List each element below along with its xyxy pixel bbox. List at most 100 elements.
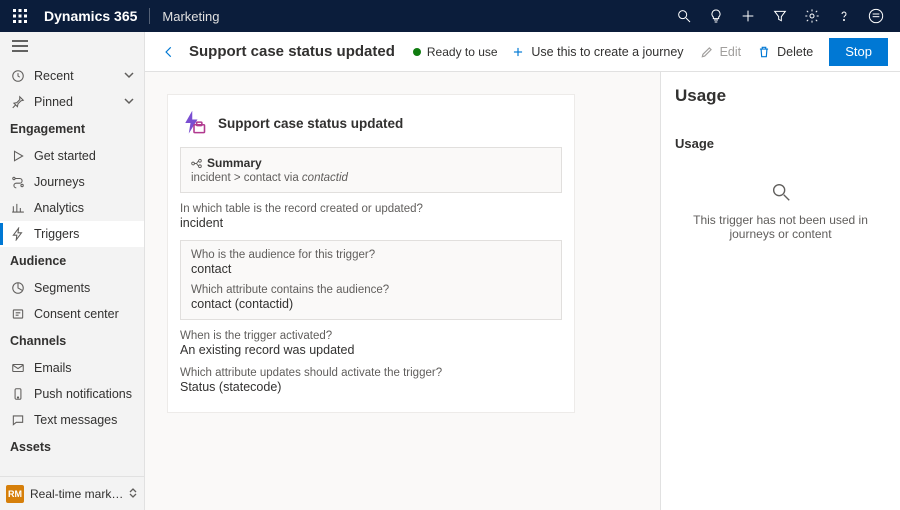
account-icon[interactable] [860, 0, 892, 32]
section-label: Channels [10, 334, 66, 348]
sidebar-item-triggers[interactable]: Triggers [0, 221, 144, 247]
consent-icon [10, 307, 26, 321]
hamburger-icon[interactable] [0, 32, 144, 63]
search-icon [770, 181, 792, 203]
qa-when: When is the trigger activated? An existi… [168, 320, 574, 357]
back-button[interactable] [157, 40, 181, 64]
area-switcher[interactable]: RM Real-time marketi… [0, 476, 144, 510]
sidebar: Recent Pinned Engagement Get started Jou… [0, 32, 145, 510]
card-title: Support case status updated [218, 116, 403, 131]
qa-table: In which table is the record created or … [168, 193, 574, 230]
status-label: Ready to use [427, 45, 498, 59]
global-topbar: Dynamics 365 Marketing [0, 0, 900, 32]
sidebar-item-text[interactable]: Text messages [0, 407, 144, 433]
stop-button[interactable]: Stop [829, 38, 888, 66]
gear-icon[interactable] [796, 0, 828, 32]
filter-icon[interactable] [764, 0, 796, 32]
sidebar-item-label: Pinned [34, 95, 73, 109]
sidebar-item-label: Push notifications [34, 387, 132, 401]
button-label: Use this to create a journey [531, 45, 683, 59]
sidebar-item-get-started[interactable]: Get started [0, 143, 144, 169]
qa-updates: Which attribute updates should activate … [168, 357, 574, 394]
sidebar-item-label: Analytics [34, 201, 84, 215]
pin-icon [10, 95, 26, 109]
button-label: Delete [777, 45, 813, 59]
sidebar-item-label: Segments [34, 281, 90, 295]
email-icon [10, 361, 26, 375]
section-label: Engagement [10, 122, 85, 136]
sidebar-item-journeys[interactable]: Journeys [0, 169, 144, 195]
area-badge: RM [6, 485, 24, 503]
lightning-case-icon [180, 109, 208, 137]
search-icon[interactable] [668, 0, 700, 32]
sidebar-item-label: Emails [34, 361, 72, 375]
button-label: Stop [845, 44, 872, 59]
sidebar-item-emails[interactable]: Emails [0, 355, 144, 381]
lightbulb-icon[interactable] [700, 0, 732, 32]
divider [149, 8, 150, 24]
answer-value: An existing record was updated [180, 343, 562, 357]
chevron-down-icon [124, 69, 134, 83]
sidebar-item-pinned[interactable]: Pinned [0, 89, 144, 115]
sidebar-item-recent[interactable]: Recent [0, 63, 144, 89]
summary-path: incident > contact via contactid [191, 172, 551, 184]
analytics-icon [10, 201, 26, 215]
chevron-down-icon [124, 95, 134, 109]
app-name-label: Marketing [162, 9, 219, 24]
status-dot-icon [413, 48, 421, 56]
sidebar-item-segments[interactable]: Segments [0, 275, 144, 301]
help-icon[interactable] [828, 0, 860, 32]
play-icon [10, 149, 26, 163]
trigger-icon [10, 227, 26, 241]
sidebar-section-channels[interactable]: Channels [0, 327, 144, 355]
sidebar-section-engagement[interactable]: Engagement [0, 115, 144, 143]
delete-button[interactable]: Delete [749, 38, 821, 66]
sms-icon [10, 413, 26, 427]
main-panel: Support case status updated Summary inci… [145, 72, 660, 510]
sidebar-item-push[interactable]: Push notifications [0, 381, 144, 407]
sidebar-item-label: Triggers [34, 227, 79, 241]
area-name-label: Real-time marketi… [30, 487, 128, 501]
answer-value: incident [180, 216, 562, 230]
status-indicator: Ready to use [413, 45, 498, 59]
chevron-updown-icon [128, 487, 138, 501]
question-label: Which attribute updates should activate … [180, 367, 562, 379]
trigger-card: Support case status updated Summary inci… [167, 94, 575, 413]
sidebar-item-label: Journeys [34, 175, 85, 189]
sidebar-item-label: Text messages [34, 413, 117, 427]
audience-box: Who is the audience for this trigger? co… [180, 240, 562, 320]
summary-box: Summary incident > contact via contactid [180, 147, 562, 193]
create-journey-button[interactable]: Use this to create a journey [503, 38, 691, 66]
content-area: Support case status updated Ready to use… [145, 32, 900, 510]
push-icon [10, 387, 26, 401]
flow-icon [191, 158, 202, 169]
app-launcher-icon[interactable] [8, 4, 32, 28]
empty-text: This trigger has not been used in journe… [675, 213, 886, 241]
section-label: Assets [10, 440, 51, 454]
summary-label: Summary [191, 156, 551, 170]
clock-icon [10, 69, 26, 83]
question-label: Which attribute contains the audience? [191, 284, 551, 296]
edit-button: Edit [692, 38, 750, 66]
panel-title: Usage [675, 86, 886, 106]
sidebar-section-assets[interactable]: Assets [0, 433, 144, 461]
question-label: When is the trigger activated? [180, 330, 562, 342]
journey-icon [10, 175, 26, 189]
command-bar: Support case status updated Ready to use… [145, 32, 900, 72]
answer-value: contact (contactid) [191, 297, 551, 311]
segments-icon [10, 281, 26, 295]
sidebar-item-label: Get started [34, 149, 96, 163]
answer-value: Status (statecode) [180, 380, 562, 394]
sidebar-item-analytics[interactable]: Analytics [0, 195, 144, 221]
plus-icon[interactable] [732, 0, 764, 32]
sidebar-item-label: Consent center [34, 307, 119, 321]
page-title: Support case status updated [189, 43, 395, 60]
sidebar-item-consent[interactable]: Consent center [0, 301, 144, 327]
usage-panel: Usage Usage This trigger has not been us… [660, 72, 900, 510]
brand-label: Dynamics 365 [44, 8, 137, 24]
button-label: Edit [720, 45, 742, 59]
question-label: In which table is the record created or … [180, 203, 562, 215]
sidebar-section-audience[interactable]: Audience [0, 247, 144, 275]
section-label: Audience [10, 254, 66, 268]
question-label: Who is the audience for this trigger? [191, 249, 551, 261]
